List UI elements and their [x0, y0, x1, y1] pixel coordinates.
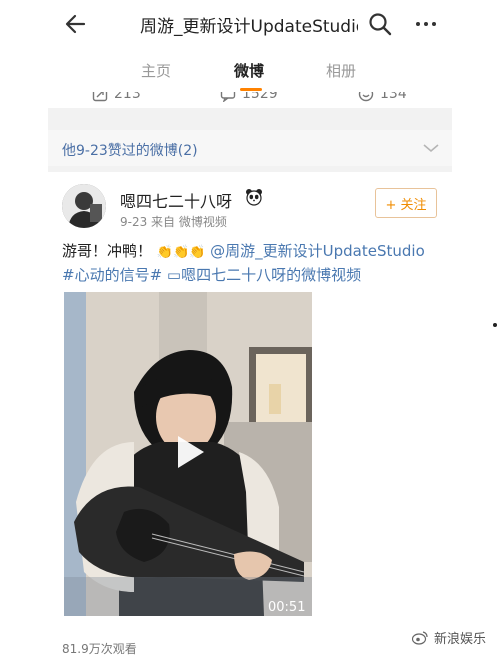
tab-album[interactable]: 相册	[326, 60, 356, 81]
repost-icon	[92, 92, 108, 102]
video-link[interactable]: 嗯四七二十八呀的微博视频	[181, 266, 361, 284]
video-thumbnail[interactable]: 00:51	[64, 292, 312, 616]
search-icon[interactable]	[366, 10, 394, 38]
liked-posts-header[interactable]: 他9-23赞过的微博(2)	[48, 130, 452, 167]
repost-stat[interactable]: 213	[92, 92, 141, 102]
liked-posts-label: 他9-23赞过的微博(2)	[62, 143, 198, 159]
panda-icon	[246, 189, 262, 206]
repost-count: 213	[114, 92, 141, 102]
post-text: 游哥！冲鸭！	[62, 242, 153, 260]
post-text-line1: 游哥！冲鸭！ 👏👏👏 @周游_更新设计UpdateStudio	[62, 240, 442, 261]
post-meta: 9-23 来自 微博视频	[120, 215, 227, 229]
comment-icon	[220, 92, 236, 102]
mention-link[interactable]: @周游_更新设计UpdateStudio	[210, 242, 425, 260]
more-icon[interactable]	[412, 10, 440, 38]
comment-stat[interactable]: 1529	[220, 92, 278, 102]
phone-screen: 周游_更新设计UpdateStudio 主页 微博 相册 213 1529 13…	[48, 0, 452, 658]
tab-home[interactable]: 主页	[141, 60, 171, 81]
stray-dot	[493, 323, 497, 327]
weibo-post: 嗯四七二十八呀 9-23 来自 微博视频 + 关注 游哥！冲鸭！ 👏👏👏 @周游…	[48, 172, 452, 658]
comment-count: 1529	[242, 92, 278, 102]
sina-logo-icon	[412, 630, 428, 645]
video-link-icon: ▭	[166, 266, 182, 284]
play-icon[interactable]	[166, 430, 210, 474]
chevron-down-icon[interactable]	[422, 142, 440, 154]
stats-row: 213 1529 134	[48, 92, 452, 108]
top-bar: 周游_更新设计UpdateStudio	[48, 0, 452, 48]
author-name[interactable]: 嗯四七二十八呀	[120, 188, 232, 212]
clap-emoji-icons: 👏👏👏	[156, 245, 206, 260]
profile-title: 周游_更新设计UpdateStudio	[140, 17, 358, 37]
avatar[interactable]	[62, 184, 106, 228]
back-arrow-icon[interactable]	[62, 10, 90, 38]
active-tab-indicator	[240, 88, 262, 91]
view-count: 81.9万次观看	[62, 642, 137, 656]
post-text-line2: #心动的信号# ▭嗯四七二十八呀的微博视频	[62, 264, 442, 285]
like-icon	[358, 92, 374, 102]
profile-tabs: 主页 微博 相册	[48, 48, 452, 92]
section-gap	[48, 108, 452, 130]
tab-weibo[interactable]: 微博	[234, 60, 264, 81]
follow-button[interactable]: + 关注	[375, 188, 437, 218]
video-duration: 00:51	[268, 600, 306, 615]
watermark-label: 新浪娱乐	[434, 632, 487, 647]
like-count: 134	[380, 92, 407, 102]
hashtag-link[interactable]: #心动的信号#	[62, 266, 162, 284]
like-stat[interactable]: 134	[358, 92, 407, 102]
sina-ent-watermark: 新浪娱乐	[412, 628, 486, 647]
